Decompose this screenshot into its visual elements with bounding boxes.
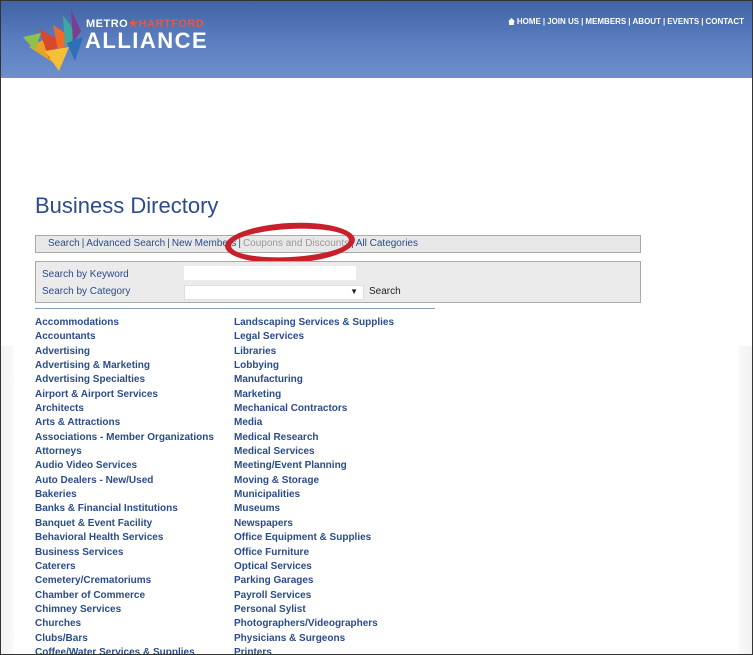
home-icon[interactable]: [507, 18, 515, 25]
category-link[interactable]: Municipalities: [234, 488, 394, 502]
tab-advanced-search[interactable]: Advanced Search: [86, 238, 165, 249]
category-link[interactable]: Attorneys: [35, 445, 214, 459]
category-link[interactable]: Parking Garages: [234, 574, 394, 588]
nav-home[interactable]: HOME: [517, 17, 541, 26]
category-link[interactable]: Advertising Specialties: [35, 373, 214, 387]
category-link[interactable]: Office Equipment & Supplies: [234, 531, 394, 545]
highlight-circle: [224, 219, 356, 267]
search-panel: Search by Keyword Search by Category ▼ S…: [35, 261, 641, 303]
site-header: METRO★HARTFORD ALLIANCE HOME | JOIN US | MEM…: [1, 1, 752, 78]
category-select[interactable]: ▼: [184, 285, 364, 300]
category-link[interactable]: Advertising: [35, 345, 214, 359]
category-link[interactable]: Payroll Services: [234, 589, 394, 603]
category-link[interactable]: Auto Dealers - New/Used: [35, 474, 214, 488]
category-link[interactable]: Landscaping Services & Supplies: [234, 316, 394, 330]
nav-join-us[interactable]: JOIN US: [547, 17, 579, 26]
category-link[interactable]: Medical Research: [234, 431, 394, 445]
brand-alliance: ALLIANCE: [85, 28, 209, 53]
category-link[interactable]: Meeting/Event Planning: [234, 459, 394, 473]
category-link[interactable]: Coffee/Water Services & Supplies: [35, 646, 214, 654]
category-link[interactable]: Legal Services: [234, 330, 394, 344]
keyword-input[interactable]: [184, 266, 356, 280]
category-link[interactable]: Personal Sylist: [234, 603, 394, 617]
category-link[interactable]: Advertising & Marketing: [35, 359, 214, 373]
category-link[interactable]: Moving & Storage: [234, 474, 394, 488]
top-navigation: HOME | JOIN US | MEMBERS | ABOUT | EVENTS | CONTAC…: [507, 17, 744, 26]
category-link[interactable]: Media: [234, 416, 394, 430]
category-link[interactable]: Newspapers: [234, 517, 394, 531]
category-link[interactable]: Architects: [35, 402, 214, 416]
category-link[interactable]: Cemetery/Crematoriums: [35, 574, 214, 588]
page-title: Business Directory: [35, 193, 219, 218]
category-link[interactable]: Banquet & Event Facility: [35, 517, 214, 531]
category-link[interactable]: Marketing: [234, 388, 394, 402]
category-link[interactable]: Chimney Services: [35, 603, 214, 617]
category-link[interactable]: Behavioral Health Services: [35, 531, 214, 545]
category-column-1: Accommodations Accountants Advertising A…: [35, 316, 214, 654]
category-link[interactable]: Mechanical Contractors: [234, 402, 394, 416]
tab-separator: |: [167, 238, 170, 249]
page-frame: METRO★HARTFORD ALLIANCE HOME | JOIN US | MEM…: [0, 0, 753, 655]
category-link[interactable]: Accommodations: [35, 316, 214, 330]
right-shadow: [738, 346, 752, 654]
divider: [35, 308, 435, 309]
category-link[interactable]: Medical Services: [234, 445, 394, 459]
category-link[interactable]: Associations - Member Organizations: [35, 431, 214, 445]
nav-contact[interactable]: CONTACT: [705, 17, 744, 26]
category-link[interactable]: Accountants: [35, 330, 214, 344]
chevron-down-icon: ▼: [350, 287, 358, 296]
left-shadow: [1, 346, 14, 654]
category-link[interactable]: Printers: [234, 646, 394, 654]
category-link[interactable]: Libraries: [234, 345, 394, 359]
tab-search[interactable]: Search: [48, 238, 80, 249]
category-link[interactable]: Banks & Financial Institutions: [35, 502, 214, 516]
tab-all-categories[interactable]: All Categories: [356, 238, 418, 249]
nav-about[interactable]: ABOUT: [633, 17, 661, 26]
category-label: Search by Category: [42, 286, 131, 297]
keyword-label: Search by Keyword: [42, 269, 129, 280]
category-link[interactable]: Chamber of Commerce: [35, 589, 214, 603]
category-link[interactable]: Museums: [234, 502, 394, 516]
category-link[interactable]: Airport & Airport Services: [35, 388, 214, 402]
category-link[interactable]: Office Furniture: [234, 546, 394, 560]
category-column-2: Landscaping Services & Supplies Legal Se…: [234, 316, 394, 654]
category-link[interactable]: Arts & Attractions: [35, 416, 214, 430]
category-link[interactable]: Optical Services: [234, 560, 394, 574]
category-link[interactable]: Bakeries: [35, 488, 214, 502]
category-link[interactable]: Photographers/Videographers: [234, 617, 394, 631]
category-link[interactable]: Manufacturing: [234, 373, 394, 387]
category-link[interactable]: Physicians & Surgeons: [234, 632, 394, 646]
nav-members[interactable]: MEMBERS: [585, 17, 626, 26]
category-link[interactable]: Business Services: [35, 546, 214, 560]
category-link[interactable]: Caterers: [35, 560, 214, 574]
category-link[interactable]: Audio Video Services: [35, 459, 214, 473]
category-link[interactable]: Lobbying: [234, 359, 394, 373]
search-button[interactable]: Search: [369, 286, 401, 297]
nav-events[interactable]: EVENTS: [667, 17, 699, 26]
category-link[interactable]: Clubs/Bars: [35, 632, 214, 646]
category-link[interactable]: Churches: [35, 617, 214, 631]
